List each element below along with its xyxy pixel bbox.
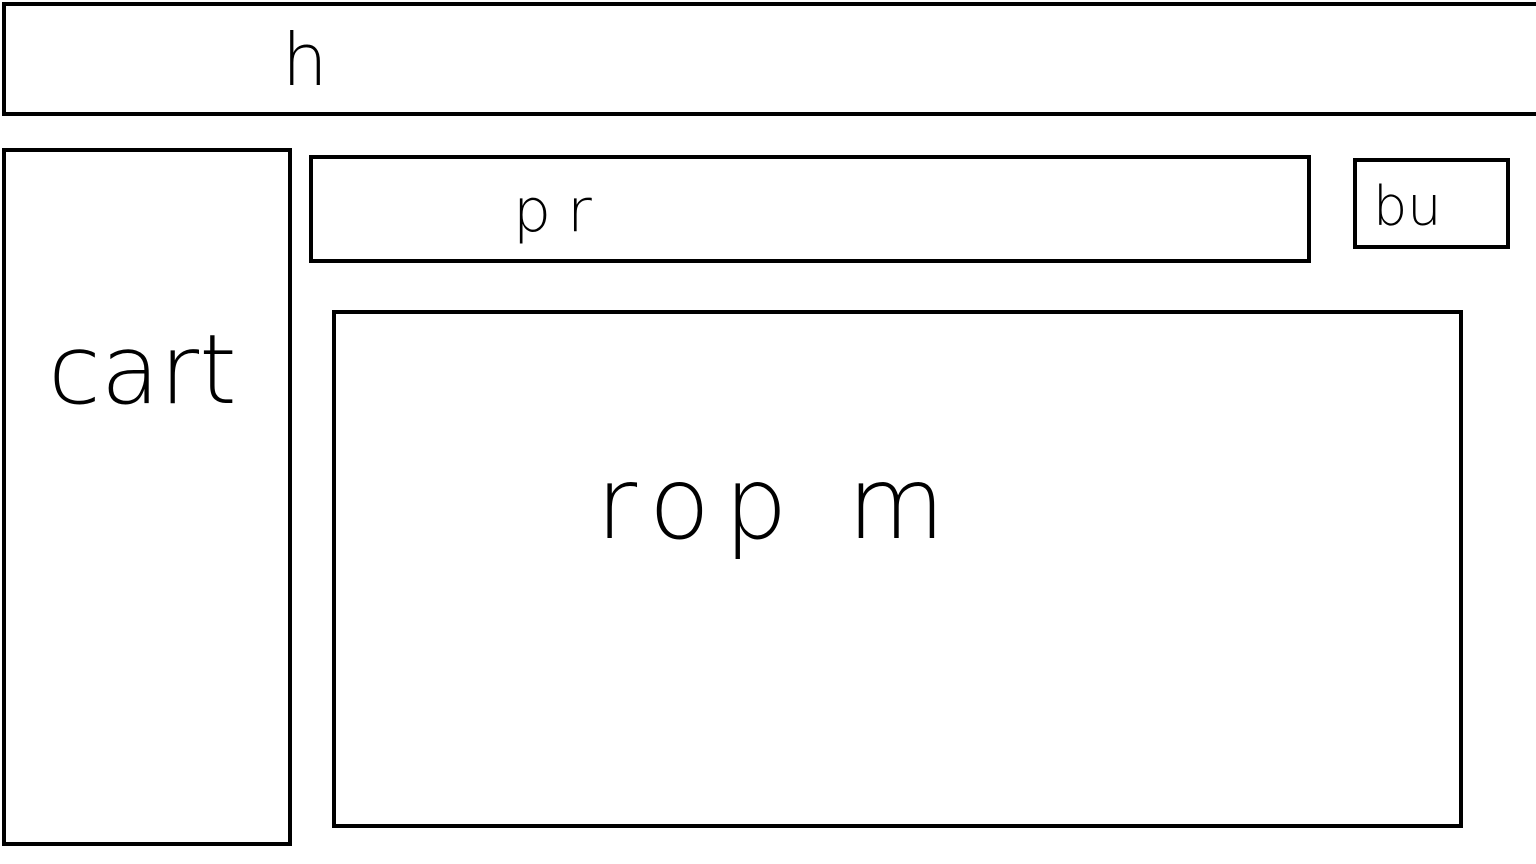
main-content-label: rop m: [596, 445, 959, 562]
cart-panel[interactable]: cart: [2, 148, 292, 846]
buy-button[interactable]: bu: [1353, 158, 1510, 249]
product-label: pr: [513, 176, 608, 246]
header-bar: h: [2, 2, 1536, 116]
cart-label: cart: [48, 314, 237, 426]
buy-button-label: bu: [1373, 175, 1442, 238]
header-label: h: [282, 18, 328, 102]
main-content-area[interactable]: rop m: [332, 310, 1463, 828]
product-bar[interactable]: pr: [309, 155, 1311, 263]
